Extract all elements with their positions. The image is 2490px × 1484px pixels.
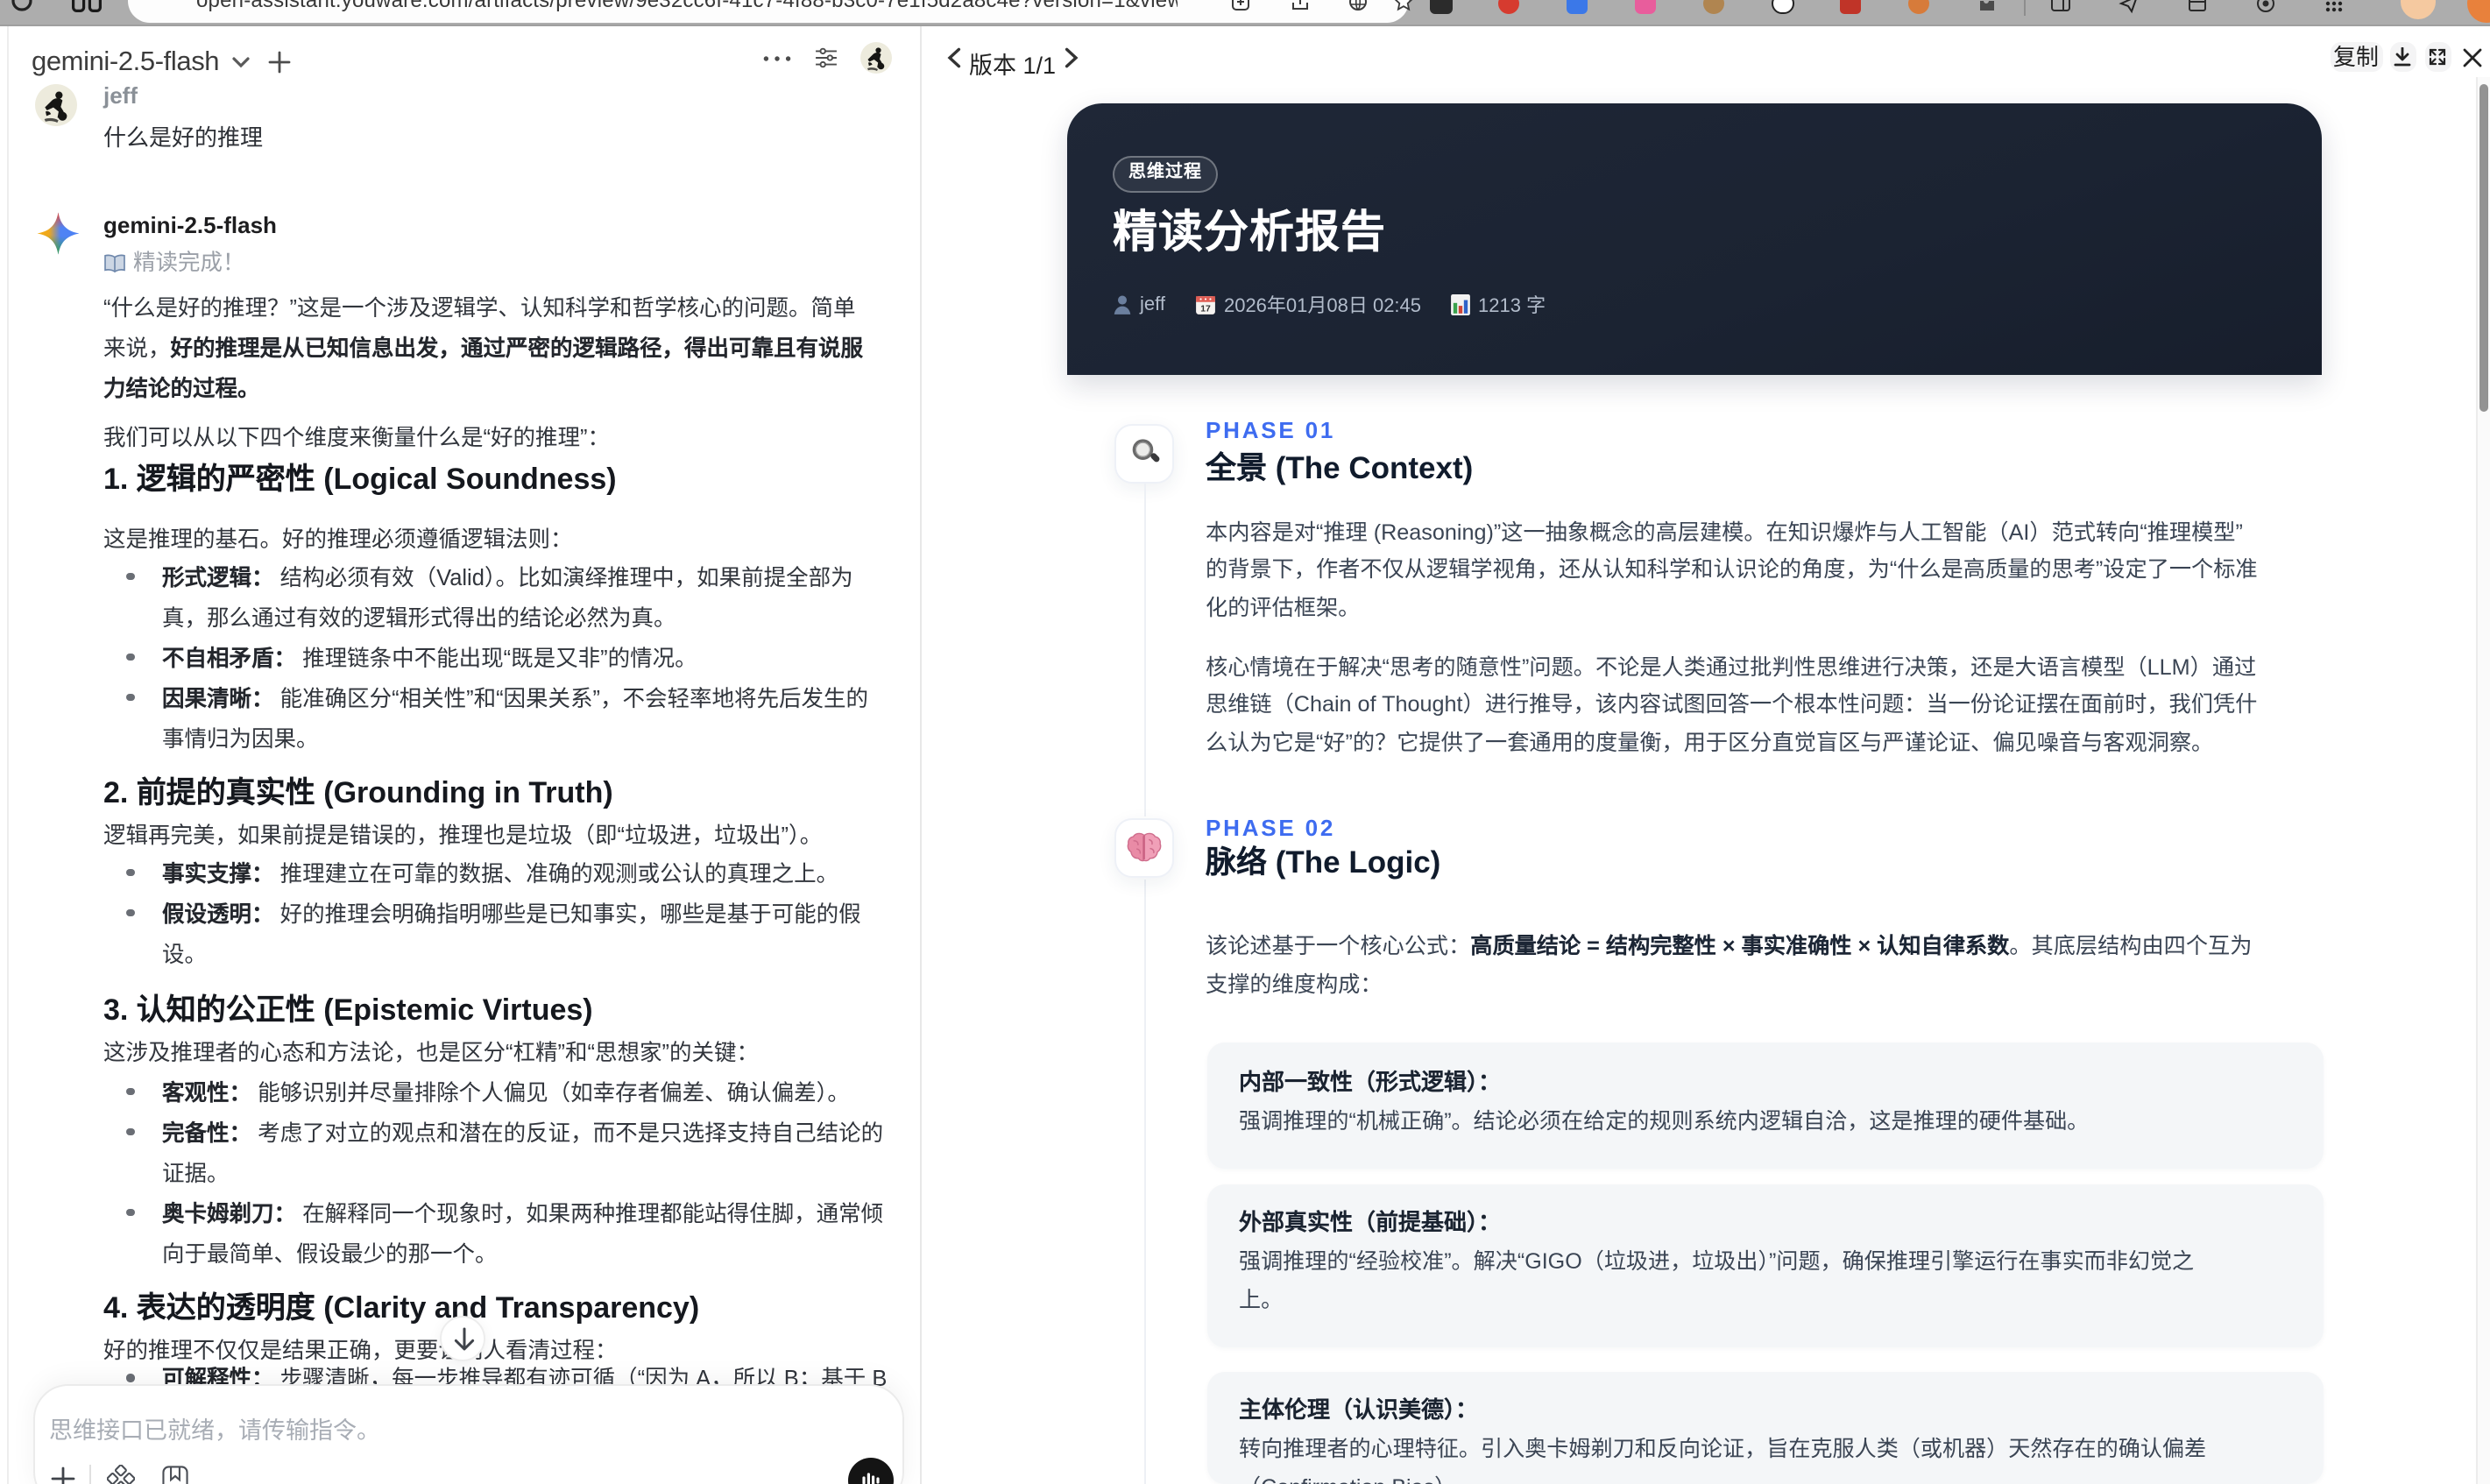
svg-text:17: 17: [1200, 305, 1211, 314]
